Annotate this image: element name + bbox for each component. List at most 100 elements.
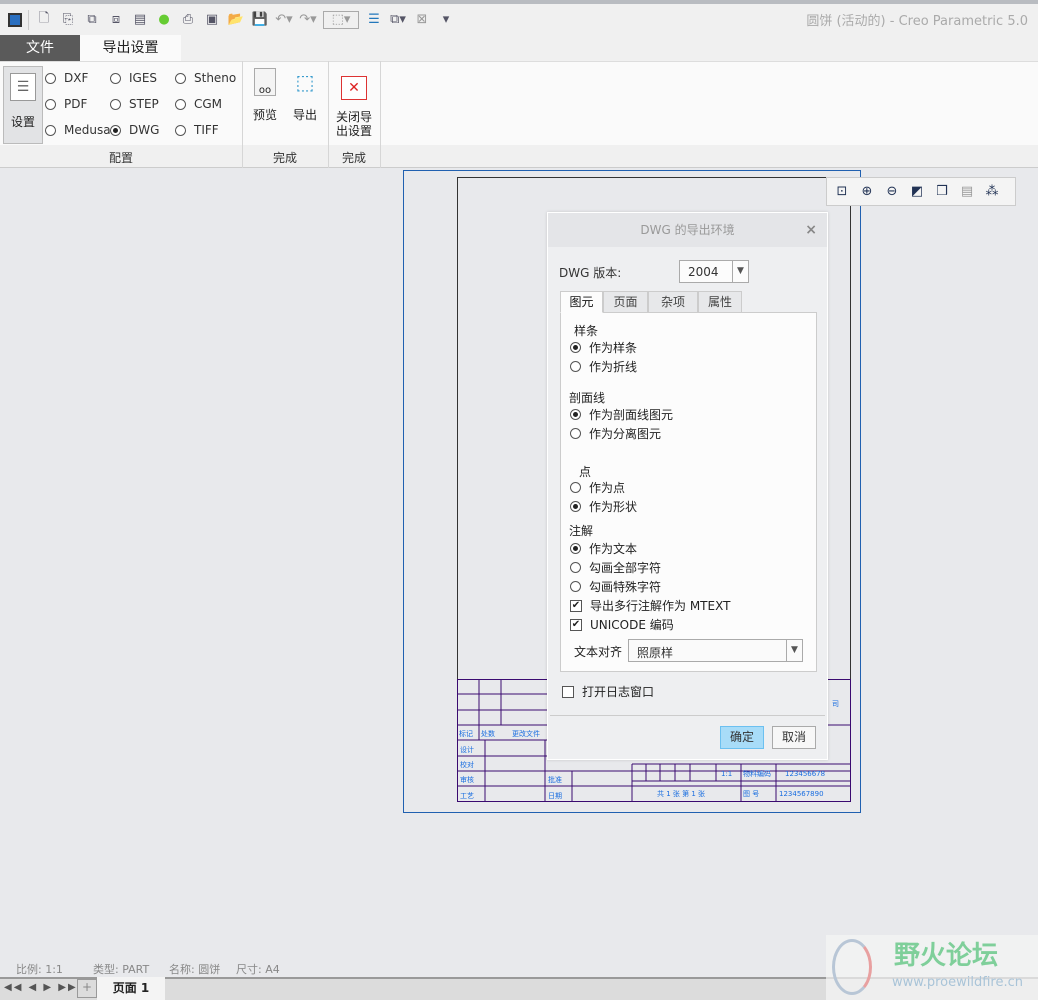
- tb-mark: 标记: [459, 729, 473, 738]
- green-light-icon[interactable]: ●: [155, 11, 173, 29]
- repaint-icon[interactable]: ◩: [908, 183, 926, 201]
- tb-review: 审核: [460, 775, 474, 784]
- tb-drawing-no-label: 图 号: [743, 790, 759, 798]
- tb-design: 设计: [460, 745, 474, 754]
- checkbox[interactable]: ✔: [570, 618, 582, 631]
- radio[interactable]: [570, 361, 581, 372]
- export-button[interactable]: ⬚ 导出: [288, 68, 322, 123]
- tb-sheets: 共 1 张 第 1 张: [657, 789, 705, 798]
- dwg-version-select[interactable]: 2004 ▼: [679, 260, 749, 283]
- format-medusa[interactable]: Medusa: [45, 123, 111, 137]
- radio[interactable]: [570, 562, 581, 573]
- regenerate-icon[interactable]: ⎘: [59, 11, 77, 29]
- format-cgm[interactable]: CGM: [175, 97, 222, 111]
- tab-export-settings[interactable]: 导出设置: [80, 35, 181, 61]
- hatch-as-separate[interactable]: 作为分离图元: [570, 425, 661, 442]
- windows-icon[interactable]: ⧉▾: [389, 11, 407, 29]
- layers-icon[interactable]: ☰: [365, 11, 383, 29]
- cancel-button[interactable]: 取消: [772, 726, 816, 749]
- mtext-checkbox[interactable]: ✔ 导出多行注解作为 MTEXT: [570, 597, 730, 614]
- radio[interactable]: [570, 581, 581, 592]
- page-nav-icons[interactable]: ◀◀ ◀ ▶ ▶▶: [4, 982, 78, 993]
- zoom-out-icon[interactable]: ⊖: [883, 183, 901, 201]
- tab-file[interactable]: 文件: [0, 35, 80, 61]
- radio-medusa[interactable]: [45, 124, 56, 136]
- radio-stheno[interactable]: [175, 72, 186, 84]
- hatch-label: 剖面线: [569, 391, 606, 405]
- open-log-window-checkbox[interactable]: 打开日志窗口: [562, 683, 654, 700]
- format-step[interactable]: STEP: [110, 97, 159, 111]
- settings-button[interactable]: ☰ 设置: [3, 66, 43, 144]
- tab-entities[interactable]: 图元: [560, 291, 603, 313]
- tb-material: 物料编码: [743, 769, 771, 778]
- sheet-setup-icon[interactable]: ▤: [958, 183, 976, 201]
- radio[interactable]: [570, 482, 581, 493]
- radio[interactable]: [570, 428, 581, 439]
- close-window-icon[interactable]: ⊠: [413, 11, 431, 29]
- add-page-icon[interactable]: +: [77, 979, 97, 998]
- close-export-settings-button[interactable]: ✕ 关闭导 出设置: [334, 76, 374, 138]
- spline-as-spline[interactable]: 作为样条: [570, 339, 637, 356]
- note-stroke-all[interactable]: 勾画全部字符: [570, 559, 661, 576]
- radio-cgm[interactable]: [175, 98, 186, 110]
- tab-misc[interactable]: 杂项: [648, 291, 698, 313]
- radio-pdf[interactable]: [45, 98, 56, 110]
- point-as-point[interactable]: 作为点: [570, 479, 625, 496]
- format-iges[interactable]: IGES: [110, 71, 157, 85]
- unicode-checkbox[interactable]: ✔ UNICODE 编码: [570, 616, 674, 633]
- close-icon[interactable]: ×: [805, 213, 817, 247]
- radio[interactable]: [570, 342, 581, 353]
- checkbox[interactable]: [562, 685, 574, 698]
- note-stroke-special[interactable]: 勾画特殊字符: [570, 578, 661, 595]
- format-pdf[interactable]: PDF: [45, 97, 87, 111]
- chevron-down-icon[interactable]: ▼: [786, 640, 802, 661]
- save-copy-icon[interactable]: ▣: [203, 11, 221, 29]
- undo-icon[interactable]: ↶▾: [275, 11, 293, 29]
- radio[interactable]: [570, 501, 581, 512]
- save-icon[interactable]: 💾: [251, 11, 269, 29]
- checkbox[interactable]: ✔: [570, 599, 582, 612]
- chevron-down-icon[interactable]: ▼: [732, 261, 748, 282]
- redo-icon[interactable]: ↷▾: [299, 11, 317, 29]
- ok-button[interactable]: 确定: [720, 726, 764, 749]
- select-box-icon[interactable]: ⬚▾: [323, 10, 359, 29]
- assembly-icon[interactable]: ⧈: [107, 11, 125, 29]
- note-label: 注解: [569, 524, 594, 538]
- new-icon[interactable]: 🗋: [35, 11, 53, 29]
- export-cube-icon: ⬚: [295, 70, 315, 94]
- refit-icon[interactable]: ⊡: [833, 183, 851, 201]
- dwg-version-label: DWG 版本:: [559, 266, 622, 280]
- format-tiff[interactable]: TIFF: [175, 123, 219, 137]
- zoom-in-icon[interactable]: ⊕: [858, 183, 876, 201]
- format-dxf[interactable]: DXF: [45, 71, 88, 85]
- radio-iges[interactable]: [110, 72, 121, 84]
- hatch-as-hatch[interactable]: 作为剖面线图元: [570, 406, 673, 423]
- divider: [380, 61, 381, 168]
- export-icon[interactable]: ⧉: [83, 11, 101, 29]
- tb-process: 工艺: [460, 792, 474, 800]
- tab-page[interactable]: 页面: [603, 291, 648, 313]
- format-dwg[interactable]: DWG: [110, 123, 159, 137]
- format-stheno[interactable]: Stheno: [175, 71, 236, 85]
- display-style-icon[interactable]: ❒: [933, 183, 951, 201]
- radio[interactable]: [570, 409, 581, 420]
- radio-step[interactable]: [110, 98, 121, 110]
- datum-display-icon[interactable]: ⁂: [983, 183, 1001, 201]
- note-as-text[interactable]: 作为文本: [570, 540, 637, 557]
- open-icon[interactable]: 📂: [227, 11, 245, 29]
- tab-page-1[interactable]: 页面 1: [97, 977, 165, 1000]
- window-icon[interactable]: [8, 12, 22, 27]
- point-as-shape[interactable]: 作为形状: [570, 498, 637, 515]
- tab-properties[interactable]: 属性: [698, 291, 742, 313]
- print-icon[interactable]: ⎙: [179, 11, 197, 29]
- radio-dwg[interactable]: [110, 124, 121, 136]
- customize-icon[interactable]: ▾: [437, 11, 455, 29]
- radio-dxf[interactable]: [45, 72, 56, 84]
- preview-button[interactable]: oo 预览: [248, 68, 282, 123]
- radio-tiff[interactable]: [175, 124, 186, 136]
- watermark-url: www.proewildfire.cn: [892, 975, 1023, 990]
- spline-as-polyline[interactable]: 作为折线: [570, 358, 637, 375]
- radio[interactable]: [570, 543, 581, 554]
- sheet-icon[interactable]: ▤: [131, 11, 149, 29]
- text-align-select[interactable]: 照原样 ▼: [628, 639, 803, 662]
